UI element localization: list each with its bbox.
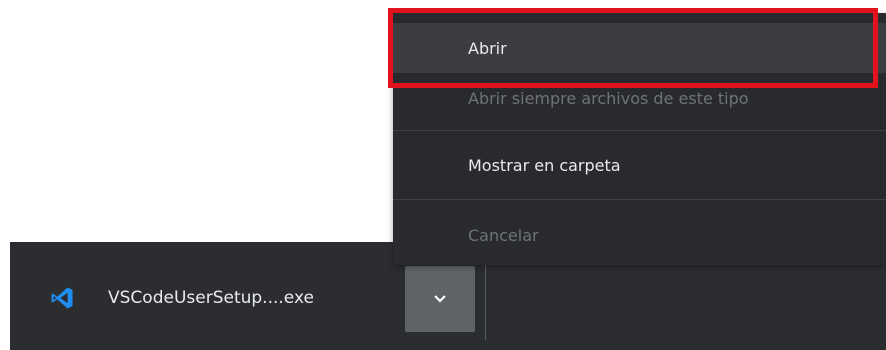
menu-item-show-in-folder[interactable]: Mostrar en carpeta	[393, 140, 886, 190]
menu-item-label: Mostrar en carpeta	[468, 155, 621, 175]
menu-item-label: Cancelar	[468, 225, 539, 245]
download-bar-separator	[485, 264, 486, 340]
download-item[interactable]: VSCodeUserSetup....exe	[10, 242, 395, 350]
chevron-down-icon	[434, 295, 446, 303]
download-menu-button[interactable]	[405, 266, 475, 332]
menu-divider	[393, 130, 886, 131]
download-file-name: VSCodeUserSetup....exe	[108, 288, 314, 308]
menu-item-label: Abrir siempre archivos de este tipo	[468, 88, 749, 108]
menu-divider	[393, 199, 886, 200]
menu-item-cancel: Cancelar	[393, 210, 886, 260]
highlight-annotation	[388, 8, 878, 88]
vscode-icon	[51, 287, 73, 309]
